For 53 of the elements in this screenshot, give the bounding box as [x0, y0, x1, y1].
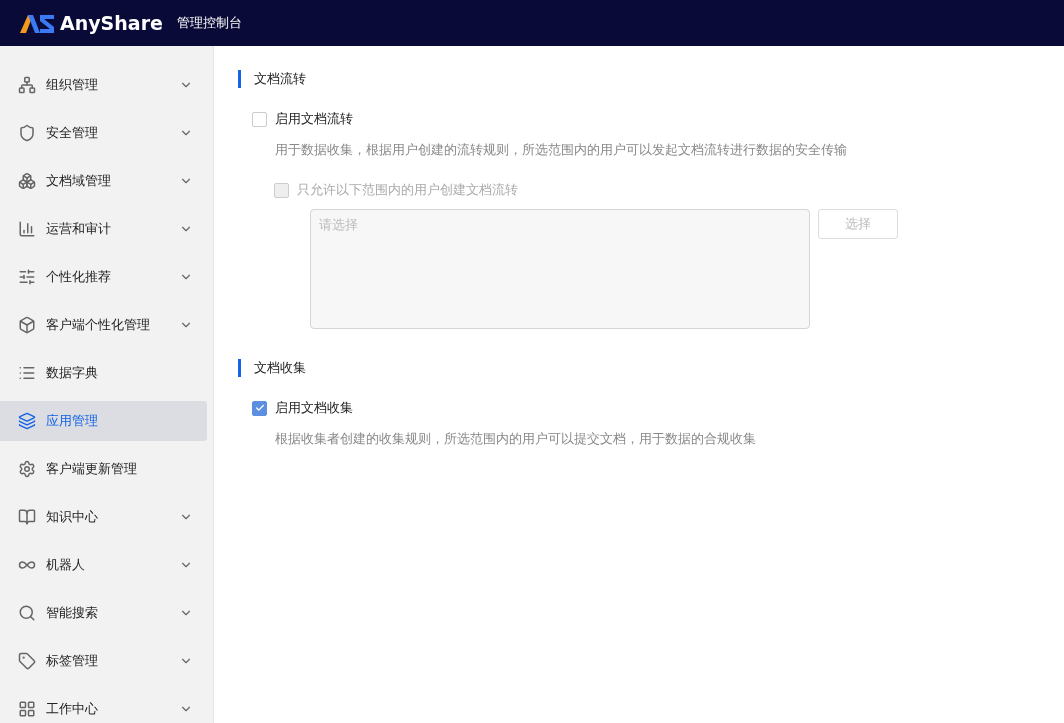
sidebar-item-label: 工作中心: [46, 700, 99, 718]
sidebar-item-label: 数据字典: [46, 364, 99, 382]
sidebar-item-label: 文档域管理: [46, 172, 112, 190]
cube-icon: [18, 316, 36, 334]
sidebar-item[interactable]: 机器人: [0, 545, 207, 585]
grid-icon: [18, 700, 36, 718]
book-icon: [18, 508, 36, 526]
sidebar-item[interactable]: 数据字典: [0, 353, 207, 393]
checkbox-label: 启用文档收集: [275, 399, 353, 417]
sidebar-item-label: 智能搜索: [46, 604, 99, 622]
section-title: 文档流转: [238, 70, 1040, 88]
layers-icon: [18, 412, 36, 430]
sidebar-item[interactable]: 安全管理: [0, 113, 207, 153]
sidebar-item-label: 机器人: [46, 556, 86, 574]
gear-icon: [18, 460, 36, 478]
checkbox[interactable]: [252, 400, 267, 416]
sliders-icon: [18, 268, 36, 286]
check-icon: [254, 403, 265, 413]
sidebar-item-label: 安全管理: [46, 124, 99, 142]
sidebar-item-label: 客户端个性化管理: [46, 316, 151, 334]
sidebar-item-label: 客户端更新管理: [46, 460, 138, 478]
sidebar-item-label: 组织管理: [46, 76, 99, 94]
list-icon: [18, 364, 36, 382]
checkbox-label: 启用文档流转: [275, 110, 353, 128]
description: 用于数据收集，根据用户创建的流转规则，所选范围内的用户可以发起文档流转进行数据的安全传输: [275, 142, 848, 159]
sidebar-item[interactable]: 运营和审计: [0, 209, 207, 249]
search-icon: [18, 604, 36, 622]
sidebar-item[interactable]: 知识中心: [0, 497, 207, 537]
hierarchy-icon: [18, 76, 36, 94]
shield-icon: [18, 124, 36, 142]
sidebar-item[interactable]: 智能搜索: [0, 593, 207, 633]
sidebar-item-label: 运营和审计: [46, 220, 112, 238]
sidebar-item[interactable]: 文档域管理: [0, 161, 207, 201]
sidebar-item-label: 标签管理: [46, 652, 99, 670]
bar-chart-icon: [18, 220, 36, 238]
sidebar-item-label: 个性化推荐: [46, 268, 112, 286]
header-title: 管理控制台: [176, 14, 242, 32]
sidebar-item[interactable]: 应用管理: [0, 401, 207, 441]
sidebar-item[interactable]: 客户端个性化管理: [0, 305, 207, 345]
sidebar-item-label: 知识中心: [46, 508, 99, 526]
sidebar-item[interactable]: 个性化推荐: [0, 257, 207, 297]
sidebar-item[interactable]: 客户端更新管理: [0, 449, 207, 489]
sidebar-item[interactable]: 工作中心: [0, 689, 207, 723]
section-title: 文档收集: [238, 359, 1040, 377]
checkbox-label: 只允许以下范围内的用户创建文档流转: [297, 181, 518, 199]
brand-name: AnyShare: [60, 12, 163, 34]
sidebar-item[interactable]: 组织管理: [0, 65, 207, 105]
checkbox[interactable]: [252, 111, 267, 127]
logo-icon: [20, 13, 54, 33]
sidebar-item[interactable]: 标签管理: [0, 641, 207, 681]
sidebar-item-label: 应用管理: [46, 412, 99, 430]
tag-icon: [18, 652, 36, 670]
description: 根据收集者创建的收集规则，所选范围内的用户可以提交文档，用于数据的合规收集: [275, 431, 757, 448]
